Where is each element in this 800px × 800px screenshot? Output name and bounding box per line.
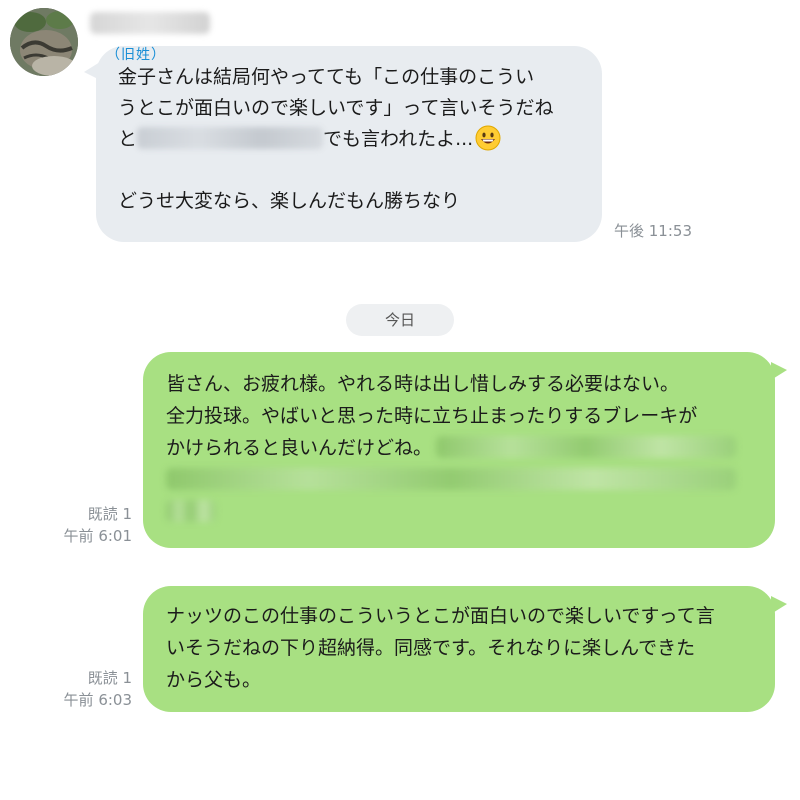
sender-name-redacted xyxy=(90,12,210,34)
incoming-line-1: 金子さんは結局何やってても「この仕事のこうい xyxy=(118,66,535,88)
redacted-text xyxy=(436,436,737,458)
read-receipt: 既読 1 xyxy=(87,505,132,523)
date-separator: 今日 xyxy=(346,304,454,336)
outgoing-1-line-3: かけられると良いんだけどね。 xyxy=(166,432,766,464)
outgoing-1-line-3-text: かけられると良いんだけどね。 xyxy=(166,437,433,459)
outgoing-message-text: ナッツのこの仕事のこういうとこが面白いので楽しいですって言 いそうだねの下り超納… xyxy=(166,600,766,696)
outgoing-1-line-2: 全力投球。やばいと思った時に立ち止まったりするブレーキが xyxy=(166,405,698,427)
outgoing-2-line-2: いそうだねの下り超納得。同感です。それなりに楽しんできた xyxy=(166,637,696,659)
read-receipt: 既読 1 xyxy=(87,669,132,687)
outgoing-1-meta: 既読 1 午前 6:01 xyxy=(52,503,132,547)
grinning-face-emoji-icon xyxy=(475,125,501,151)
outgoing-message-text: 皆さん、お疲れ様。やれる時は出し惜しみする必要はない。 全力投球。やばいと思った… xyxy=(166,368,766,528)
redacted-text xyxy=(166,468,736,490)
incoming-line-blank xyxy=(118,155,588,186)
outgoing-2-line-3: から父も。 xyxy=(166,669,262,691)
incoming-timestamp: 午後 11:53 xyxy=(614,222,692,240)
outgoing-timestamp: 午前 6:03 xyxy=(63,691,132,709)
outgoing-2-line-1: ナッツのこの仕事のこういうとこが面白いので楽しいですって言 xyxy=(166,605,715,627)
sender-avatar[interactable] xyxy=(10,8,78,76)
incoming-line-3b: でも言われたよ... xyxy=(323,128,474,150)
incoming-line-3a: と xyxy=(118,128,138,150)
sender-old-name-tag: （旧姓） xyxy=(106,47,166,63)
chat-screen: （旧姓） 金子さんは結局何やってても「この仕事のこうい うとこが面白いので楽しい… xyxy=(0,0,800,800)
outgoing-1-line-5-redacted xyxy=(166,496,766,528)
incoming-line-2: うとこが面白いので楽しいです」って言いそうだね xyxy=(118,97,554,119)
outgoing-timestamp: 午前 6:01 xyxy=(63,527,132,545)
redacted-text xyxy=(166,500,216,522)
outgoing-1-line-4-redacted xyxy=(166,464,766,496)
incoming-line-3: と でも言われたよ... xyxy=(118,124,588,155)
outgoing-1-line-1: 皆さん、お疲れ様。やれる時は出し惜しみする必要はない。 xyxy=(166,373,680,395)
outgoing-2-meta: 既読 1 午前 6:03 xyxy=(52,667,132,711)
incoming-line-5: どうせ大変なら、楽しんだもん勝ちなり xyxy=(118,190,461,212)
redacted-text xyxy=(137,127,324,149)
incoming-message-text: 金子さんは結局何やってても「この仕事のこうい うとこが面白いので楽しいです」って… xyxy=(118,62,588,217)
